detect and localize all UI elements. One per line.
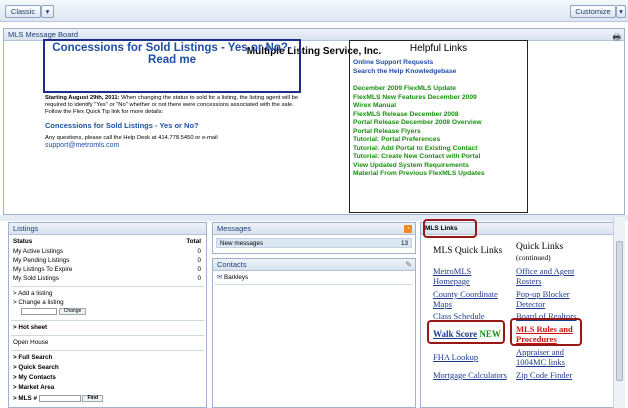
hot-sheet-link[interactable]: > Hot sheet: [13, 324, 47, 332]
my-contacts-link[interactable]: > My Contacts: [13, 374, 56, 382]
help-link[interactable]: Tutorial: Create New Contact with Portal: [350, 153, 527, 162]
quick-link[interactable]: MetroMLS Homepage: [433, 266, 508, 286]
listing-number-input[interactable]: [21, 308, 57, 315]
helpful-links-title: Helpful Links: [409, 43, 468, 54]
edit-icon[interactable]: ✎: [405, 260, 412, 269]
classic-view-button[interactable]: Classic: [5, 5, 41, 18]
listing-count: 0: [197, 275, 201, 282]
support-email-link[interactable]: support@metromls.com: [45, 142, 305, 149]
message-text: Starting August 29th, 2011: When changin…: [45, 95, 305, 116]
quick-link[interactable]: Pop-up Blocker Detector: [516, 289, 591, 309]
help-link[interactable]: Search the Help Knowledgebase: [350, 68, 527, 77]
mls-number-form: > MLS # Find: [13, 395, 104, 403]
mls-links-panel: MLS Links MLS Quick Links Quick Links (c…: [420, 222, 618, 408]
listing-row-expire[interactable]: My Listings To Expire: [13, 266, 72, 274]
help-link[interactable]: Portal Release December 2008 Overview: [350, 119, 527, 128]
envelope-icon: ✉: [217, 274, 223, 281]
contact-item[interactable]: ✉ Barkleys: [217, 274, 248, 282]
contact-name: Barkleys: [224, 274, 249, 281]
messages-panel: Messages ◔ New messages 13: [212, 222, 416, 254]
status-label: Status: [13, 238, 33, 245]
help-link[interactable]: Online Support Requests: [350, 59, 527, 68]
mls-number-label: > MLS #: [13, 395, 37, 403]
customize-button[interactable]: Customize: [570, 5, 616, 18]
print-icon[interactable]: 🖶: [613, 30, 622, 46]
message-body: Starting August 29th, 2011: When changin…: [45, 95, 305, 149]
contacts-header: Contacts: [213, 259, 415, 271]
quick-link[interactable]: County Coordinate Maps: [433, 289, 511, 309]
listing-row-sold[interactable]: My Sold Listings: [13, 275, 59, 283]
mls-number-input[interactable]: [38, 395, 81, 402]
market-area-link[interactable]: > Market Area: [13, 384, 54, 392]
contacts-panel: Contacts ✎ ✉ Barkleys: [212, 258, 416, 408]
divider: [215, 284, 413, 285]
walk-score-highlight: [427, 320, 505, 344]
change-button[interactable]: Change: [58, 308, 87, 315]
customize-dropdown-button[interactable]: ▾: [616, 5, 626, 18]
divider: [11, 335, 204, 336]
quick-search-link[interactable]: > Quick Search: [13, 364, 59, 372]
concessions-title[interactable]: Concessions for Sold Listings - Yes or N…: [45, 42, 299, 66]
quick-link[interactable]: FHA Lookup: [433, 352, 511, 362]
scrollbar-thumb[interactable]: [616, 241, 623, 381]
helpful-links-box: Helpful Links Online Support Requests Se…: [349, 40, 528, 213]
help-link[interactable]: View Updated System Requirements: [350, 162, 527, 171]
new-messages-label: New messages: [220, 240, 264, 247]
help-link[interactable]: Material From Previous FlexMLS Updates: [350, 170, 527, 179]
chevron-down-icon: ▾: [619, 7, 623, 16]
quick-links-title-2: Quick Links: [516, 242, 564, 252]
quick-link[interactable]: Zip Code Finder: [516, 370, 596, 380]
message-date: Starting August 29th, 2011:: [45, 95, 120, 101]
find-button[interactable]: Find: [82, 395, 104, 402]
help-link[interactable]: Tutorial: Add Portal to Existing Contact: [350, 145, 527, 154]
help-link[interactable]: December 2009 FlexMLS Update: [350, 85, 527, 94]
continued-label: (continued): [516, 253, 551, 262]
help-link[interactable]: FlexMLS New Features December 2009: [350, 94, 527, 103]
quick-link[interactable]: Appraiser and 1004MC links: [516, 347, 596, 367]
help-desk-text: Any questions, please call the Help Desk…: [45, 135, 218, 141]
messages-header: Messages: [213, 223, 415, 235]
scrollbar[interactable]: [613, 217, 625, 408]
help-link[interactable]: Portal Release Flyers: [350, 128, 527, 137]
chevron-down-icon: ▾: [45, 7, 50, 16]
help-link[interactable]: FlexMLS Release December 2008: [350, 111, 527, 120]
listing-count: 0: [197, 266, 201, 273]
new-messages-row[interactable]: New messages 13: [216, 238, 412, 248]
full-search-link[interactable]: > Full Search: [13, 354, 52, 362]
listing-count: 0: [197, 257, 201, 264]
mls-links-highlight: [423, 219, 477, 238]
help-link[interactable]: Wirex Manual: [350, 102, 527, 111]
listing-count: 0: [197, 248, 201, 255]
open-house-link[interactable]: Open House: [13, 339, 48, 347]
new-messages-count: 13: [400, 240, 408, 247]
divider: [11, 350, 204, 351]
listings-panel: Listings Status Total My Active Listings…: [8, 222, 207, 408]
total-label: Total: [186, 238, 201, 245]
help-link[interactable]: Tutorial: Portal Preferences: [350, 136, 527, 145]
divider: [11, 320, 204, 321]
change-listing-link[interactable]: > Change a listing: [13, 299, 64, 307]
quick-link[interactable]: Office and Agent Rosters: [516, 266, 591, 286]
top-toolbar: Classic ▾ Customize ▾: [0, 0, 628, 22]
quick-links-title: MLS Quick Links: [433, 246, 503, 256]
quick-link[interactable]: Mortgage Calculators: [433, 370, 523, 380]
add-listing-link[interactable]: > Add a listing: [13, 290, 52, 298]
divider: [11, 286, 204, 287]
concessions-link[interactable]: Concessions for Sold Listings - Yes or N…: [45, 122, 305, 130]
change-listing-form: Change: [21, 308, 87, 316]
panel-divider: [0, 215, 628, 221]
rss-icon[interactable]: ◔: [404, 225, 412, 233]
listings-header: Listings: [9, 223, 206, 235]
concessions-banner[interactable]: Concessions for Sold Listings - Yes or N…: [43, 39, 301, 93]
listing-row-active[interactable]: My Active Listings: [13, 248, 63, 256]
listing-row-pending[interactable]: My Pending Listings: [13, 257, 69, 265]
view-dropdown-button[interactable]: ▾: [41, 5, 54, 18]
mls-rules-highlight: [510, 318, 582, 346]
